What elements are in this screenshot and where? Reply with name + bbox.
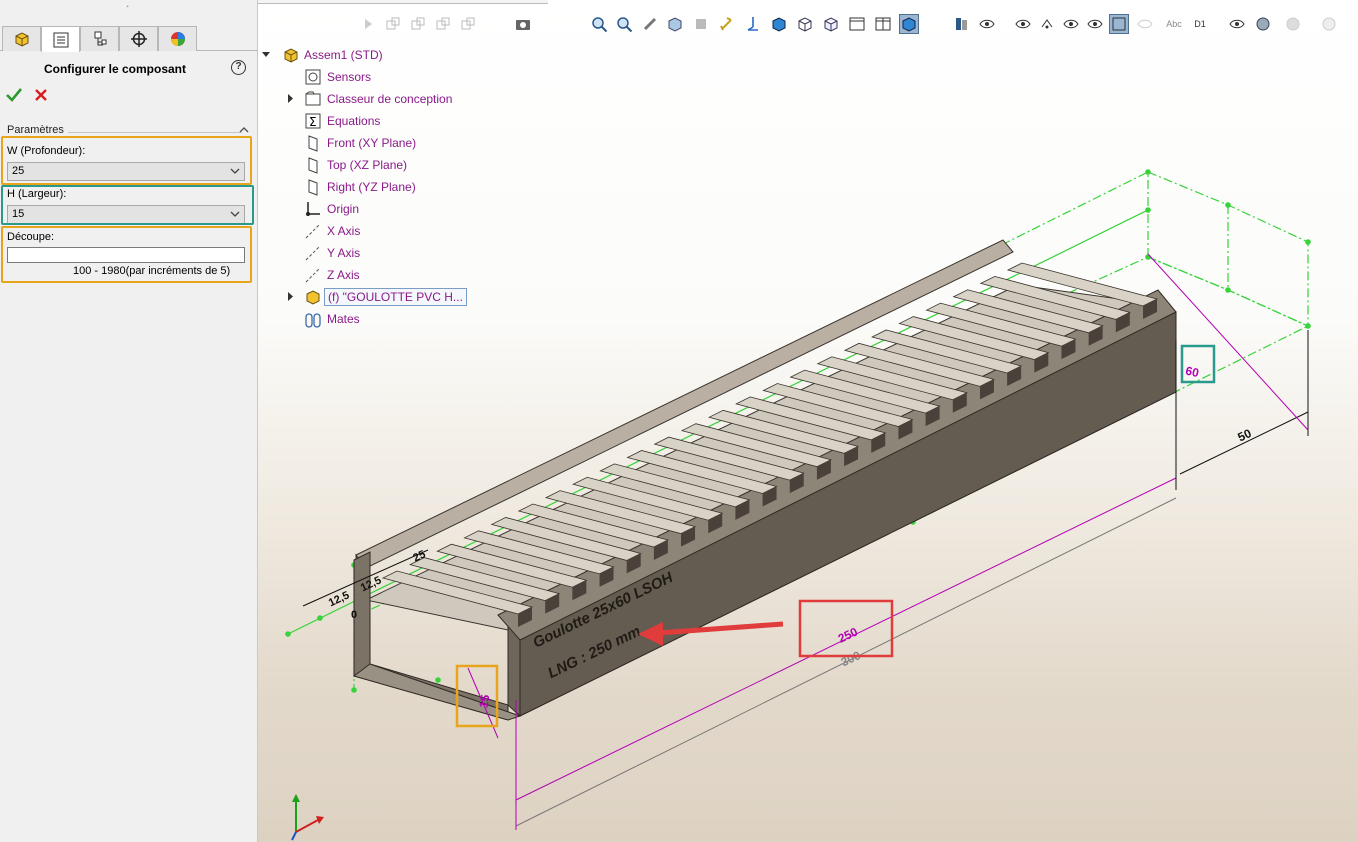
graphics-viewport[interactable]: Abc D1 Assem1 (STD) Sensors Classeur de … [258,0,1358,842]
tab-feature-manager[interactable] [2,26,41,51]
help-icon[interactable]: ? [231,60,246,75]
configuration-icon [94,31,106,46]
dimension-250-highlighted[interactable]: 250 [836,624,860,645]
h-largeur-select[interactable]: 15 [7,205,245,224]
model-view[interactable]: Goulotte 25x60 LSOH LNG : 250 mm 60 50 2… [258,0,1358,842]
h-largeur-value: 15 [12,208,25,220]
dimension-50[interactable]: 50 [1236,426,1254,444]
panel-grip[interactable]: ⠄ [0,0,258,22]
property-manager-panel: ⠄ Configurer le composant ? Paramètres W… [0,0,258,842]
bounding-box [1147,171,1309,327]
dimension-15-vertical[interactable]: 15 [476,693,492,709]
h-largeur-label: H (Largeur): [7,188,67,200]
close-icon[interactable] [32,86,50,104]
property-list-icon [53,32,68,47]
assembly-icon [15,32,28,47]
tab-dimxpert-manager[interactable] [119,26,158,51]
tab-property-manager[interactable] [41,26,80,52]
w-profondeur-select[interactable]: 25 [7,162,245,181]
cable-duct-model [352,239,1177,721]
dimension-0[interactable]: 0 [351,609,357,621]
decoupe-range-hint: 100 - 1980(par incréments de 5) [73,265,231,277]
group-label: Paramètres [7,124,64,136]
checkmark-icon[interactable] [5,86,23,104]
appearance-sphere-icon [170,32,185,46]
bounding-box [1147,172,1229,290]
group-divider [68,132,242,133]
property-manager-title: Configurer le composant [43,62,186,76]
chevron-down-icon [230,168,240,174]
manager-tab-bar [0,26,258,52]
dimension-12-5-a[interactable]: 12,5 [327,589,351,609]
dimension-60[interactable]: 60 [1184,364,1200,381]
w-profondeur-label: W (Profondeur): [7,145,86,157]
tab-display-manager[interactable] [158,26,197,51]
axis-triad-icon [291,794,324,841]
decoupe-label: Découpe: [7,231,55,243]
chevron-up-icon[interactable] [238,124,250,136]
tab-configuration-manager[interactable] [80,26,119,51]
crosshair-icon [130,31,147,47]
decoupe-input[interactable] [7,247,245,263]
chevron-down-icon [230,211,240,217]
dimension-300[interactable]: 300 [839,648,863,669]
w-profondeur-value: 25 [12,165,25,177]
